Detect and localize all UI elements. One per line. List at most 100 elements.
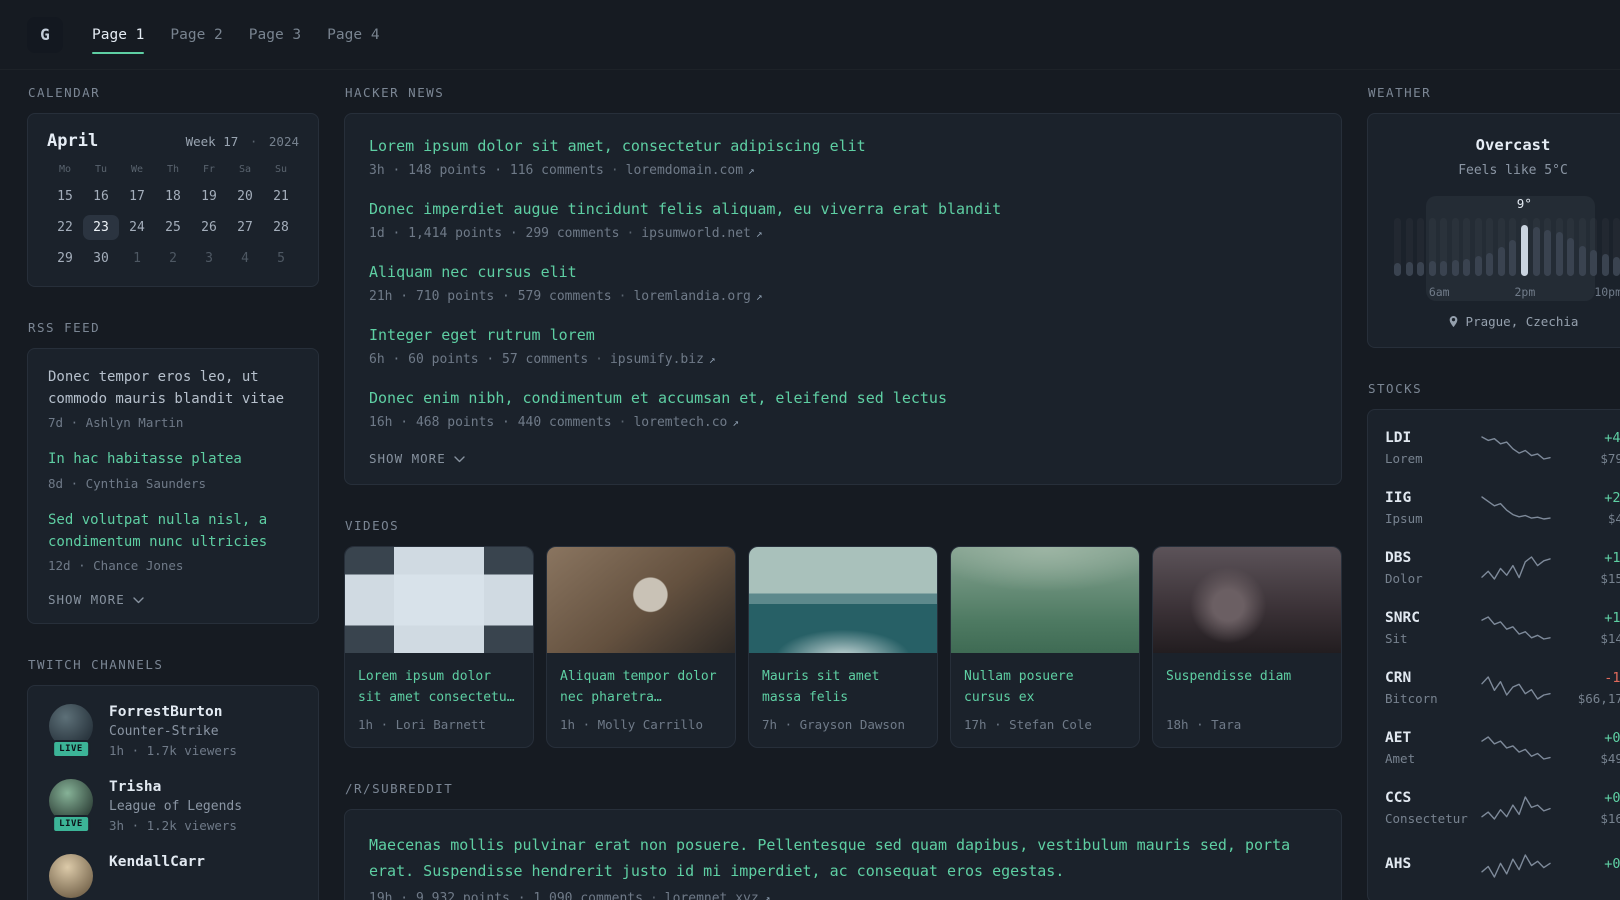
avatar-wrap: [48, 854, 94, 900]
stock-sparkline: [1479, 732, 1553, 764]
video-thumbnail[interactable]: [951, 547, 1139, 653]
chevron-down-icon: [133, 597, 144, 604]
stock-sparkline: [1479, 492, 1553, 524]
hn-meta-text: 1d · 1,414 points · 299 comments: [369, 226, 620, 241]
stock-values: -1.00% $66,171.48: [1559, 670, 1620, 706]
rss-section-title: RSS FEED: [28, 320, 101, 335]
stock-id: AHS: [1385, 856, 1473, 877]
twitch-channel[interactable]: LIVE Trisha League of Legends 3h · 1.2k …: [48, 779, 298, 834]
calendar-day: 20: [237, 189, 253, 204]
rss-show-more-button[interactable]: SHOW MORE: [48, 592, 144, 607]
hn-meta: 6h · 60 points · 57 comments · ipsumify.…: [369, 352, 1317, 367]
twitch-channel-name[interactable]: ForrestBurton: [109, 704, 237, 720]
stock-symbol: AET: [1385, 730, 1412, 746]
external-link-icon: ↗: [732, 416, 740, 429]
hn-title-link[interactable]: Donec enim nibh, condimentum et accumsan…: [369, 388, 1317, 409]
stock-change: +1.42%: [1604, 550, 1620, 566]
calendar-day: 21: [273, 189, 289, 204]
stock-values: +4.35% $795.18: [1559, 430, 1620, 466]
stock-row[interactable]: IIG Ipsum +2.84% $42.04: [1383, 478, 1620, 538]
hn-domain-link[interactable]: loremlandia.org ↗: [633, 289, 762, 304]
stock-name: Lorem: [1385, 451, 1423, 466]
rss-item-link[interactable]: Donec tempor eros leo, ut commodo mauris…: [48, 367, 298, 410]
twitch-channel[interactable]: LIVE ForrestBurton Counter-Strike 1h · 1…: [48, 704, 298, 759]
video-title-link[interactable]: Mauris sit amet massa felis: [762, 666, 924, 708]
stock-row[interactable]: SNRC Sit +1.36% $148.64: [1383, 598, 1620, 658]
video-thumbnail[interactable]: [1153, 547, 1341, 653]
stock-row[interactable]: CCS Consectetur +0.51% $165.84: [1383, 778, 1620, 838]
video-meta: 18h · Tara: [1166, 717, 1242, 732]
hn-domain-link[interactable]: loremtech.co ↗: [633, 415, 739, 430]
video-title-link[interactable]: Nullam posuere cursus ex: [964, 666, 1126, 708]
hn-domain-link[interactable]: ipsumify.biz ↗: [610, 352, 716, 367]
stock-symbol: IIG: [1385, 490, 1412, 506]
calendar-day-next-month: 4: [241, 251, 249, 266]
stock-symbol: CCS: [1385, 790, 1412, 806]
calendar-dow: Su: [274, 164, 288, 175]
twitch-channel-name[interactable]: KendallCarr: [109, 854, 205, 870]
video-card[interactable]: Lorem ipsum dolor sit amet consectetu… 1…: [344, 546, 534, 749]
stock-row[interactable]: AHS +0.46%: [1383, 838, 1620, 894]
subreddit-domain-link[interactable]: loremnet.xyz ↗: [665, 891, 771, 900]
rss-item-meta: 8d · Cynthia Saunders: [48, 476, 207, 492]
location-pin-icon: [1449, 316, 1457, 327]
tab-page-3[interactable]: Page 3: [236, 0, 314, 69]
stock-values: +0.46%: [1559, 856, 1620, 877]
hn-title-link[interactable]: Donec imperdiet augue tincidunt felis al…: [369, 199, 1317, 220]
video-card[interactable]: Aliquam tempor dolor nec pharetra… 1h · …: [546, 546, 736, 749]
rss-item-link[interactable]: Sed volutpat nulla nisl, a condimentum n…: [48, 510, 298, 553]
stock-name: Ipsum: [1385, 511, 1423, 526]
hn-show-more-button[interactable]: SHOW MORE: [369, 451, 465, 466]
stock-symbol: SNRC: [1385, 610, 1420, 626]
video-card[interactable]: Nullam posuere cursus ex 17h · Stefan Co…: [950, 546, 1140, 749]
stock-name: Bitcorn: [1385, 691, 1438, 706]
tab-page-4[interactable]: Page 4: [314, 0, 392, 69]
hn-title-link[interactable]: Integer eget rutrum lorem: [369, 325, 1317, 346]
stock-row[interactable]: CRN Bitcorn -1.00% $66,171.48: [1383, 658, 1620, 718]
video-thumbnail[interactable]: [547, 547, 735, 653]
subreddit-post-link[interactable]: Maecenas mollis pulvinar erat non posuer…: [369, 832, 1317, 885]
hn-meta-text: 6h · 60 points · 57 comments: [369, 352, 589, 367]
video-thumbnail[interactable]: [345, 547, 533, 653]
stock-change: +4.35%: [1604, 430, 1620, 446]
twitch-channel-info: KendallCarr: [109, 854, 205, 874]
stock-row[interactable]: AET Amet +0.92% $499.72: [1383, 718, 1620, 778]
stock-id: DBS Dolor: [1385, 550, 1473, 586]
calendar-day: 15: [57, 189, 73, 204]
weather-card: Overcast Feels like 5°C 9° 6am 2pm 10pm …: [1367, 113, 1620, 348]
rss-widget: RSS FEED Donec tempor eros leo, ut commo…: [27, 320, 319, 625]
video-title-link[interactable]: Suspendisse diam: [1166, 666, 1328, 708]
video-meta: 17h · Stefan Cole: [964, 717, 1092, 733]
separator: ·: [649, 890, 658, 900]
video-title-link[interactable]: Aliquam tempor dolor nec pharetra…: [560, 666, 722, 708]
video-card[interactable]: Suspendisse diam 18h · Tara: [1152, 546, 1342, 749]
hn-domain-link[interactable]: ipsumworld.net ↗: [641, 226, 762, 241]
app-logo[interactable]: G: [27, 16, 63, 53]
video-card[interactable]: Mauris sit amet massa felis 7h · Grayson…: [748, 546, 938, 749]
calendar-section-title: CALENDAR: [28, 85, 101, 100]
hn-domain-link[interactable]: loremdomain.com ↗: [626, 163, 755, 178]
stock-row[interactable]: DBS Dolor +1.42% $156.28: [1383, 538, 1620, 598]
stock-sparkline: [1479, 672, 1553, 704]
stock-price: $499.72: [1600, 751, 1620, 766]
tab-page-1[interactable]: Page 1: [79, 0, 157, 69]
twitch-channel-name[interactable]: Trisha: [109, 779, 242, 795]
stock-row[interactable]: LDI Lorem +4.35% $795.18: [1383, 418, 1620, 478]
hn-title-link[interactable]: Lorem ipsum dolor sit amet, consectetur …: [369, 136, 1317, 157]
video-thumbnail[interactable]: [749, 547, 937, 653]
video-title-link[interactable]: Lorem ipsum dolor sit amet consectetu…: [358, 666, 520, 708]
stock-name: Amet: [1385, 751, 1416, 766]
weather-hour-label: 6am: [1428, 285, 1450, 299]
tab-page-2[interactable]: Page 2: [157, 0, 235, 69]
stock-name: Dolor: [1385, 571, 1423, 586]
calendar-day-next-month: 3: [205, 251, 213, 266]
calendar-day: 16: [93, 189, 109, 204]
stock-change: +1.36%: [1604, 610, 1620, 626]
rss-item-link[interactable]: In hac habitasse platea: [48, 449, 298, 471]
videos-widget: VIDEOS Lorem ipsum dolor sit amet consec…: [344, 518, 1342, 749]
separator: ·: [249, 134, 258, 149]
subreddit-widget: /R/SUBREDDIT Maecenas mollis pulvinar er…: [344, 781, 1342, 900]
calendar-day: 26: [201, 220, 217, 235]
twitch-channel[interactable]: KendallCarr: [48, 854, 298, 900]
hn-title-link[interactable]: Aliquam nec cursus elit: [369, 262, 1317, 283]
